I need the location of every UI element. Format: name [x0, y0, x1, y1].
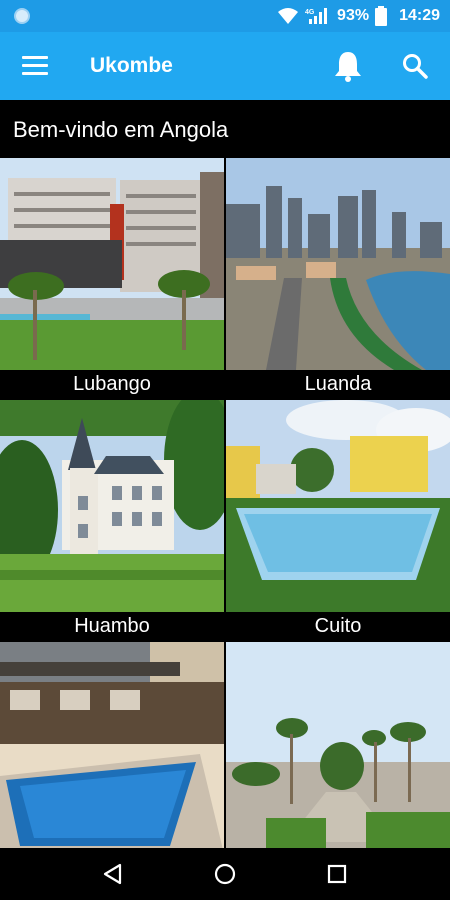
city-label: Huambo [0, 612, 224, 640]
back-icon[interactable] [101, 862, 125, 886]
city-tile-huambo[interactable]: Huambo [0, 400, 224, 640]
notification-dot-icon [14, 8, 30, 24]
welcome-text: Bem-vindo em Angola [13, 117, 229, 142]
home-icon[interactable] [213, 862, 237, 886]
city-tile-6[interactable] [226, 642, 450, 848]
city-label: Lubango [0, 370, 224, 398]
bell-icon[interactable] [333, 50, 363, 82]
system-nav-bar [0, 848, 450, 900]
huambo-photo [0, 400, 224, 612]
svg-text:4G: 4G [305, 9, 315, 16]
park-photo [226, 642, 450, 848]
city-tile-5[interactable] [0, 642, 224, 848]
city-grid: Lubango Luanda Huambo Cuito [0, 158, 450, 848]
city-tile-cuito[interactable]: Cuito [226, 400, 450, 640]
luanda-photo [226, 158, 450, 370]
app-bar: Ukombe [0, 32, 450, 100]
wifi-icon [278, 8, 299, 24]
city-label: Luanda [226, 370, 450, 398]
app-title: Ukombe [90, 54, 173, 77]
cuito-photo [226, 400, 450, 612]
menu-icon[interactable] [22, 54, 48, 78]
city-tile-luanda[interactable]: Luanda [226, 158, 450, 398]
search-icon[interactable] [402, 53, 428, 79]
recents-icon[interactable] [325, 862, 349, 886]
city-label: Cuito [226, 612, 450, 640]
clock: 14:29 [399, 7, 440, 24]
lubango-photo [0, 158, 224, 370]
battery-percent: 93% [337, 7, 370, 24]
status-bar: 4G 93% 14:29 [0, 0, 450, 32]
signal-icon: 4G [305, 8, 328, 24]
city-tile-lubango[interactable]: Lubango [0, 158, 224, 398]
status-indicators: 4G 93% 14:29 [277, 6, 440, 26]
battery-icon [375, 6, 388, 26]
welcome-heading: Bem-vindo em Angola [0, 100, 450, 158]
pool-photo [0, 642, 224, 848]
